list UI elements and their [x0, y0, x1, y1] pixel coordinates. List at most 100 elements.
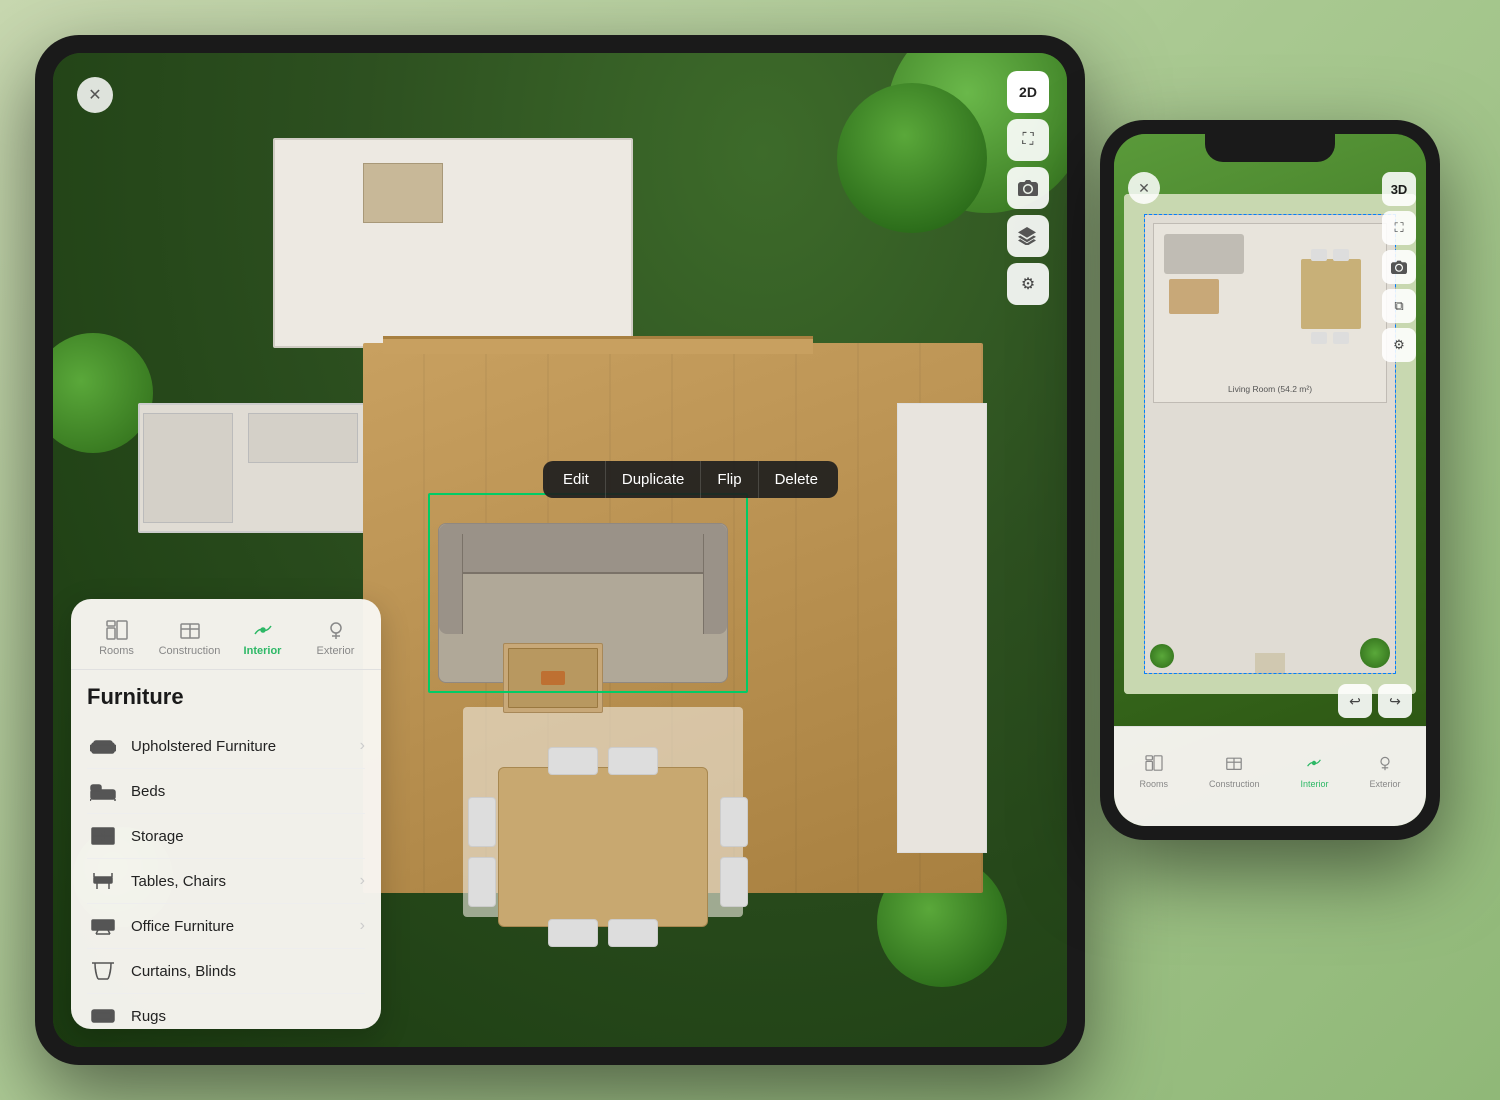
phone-bg: Living Room (54.2 m²) ✕	[1114, 134, 1426, 826]
phone-construction-icon	[1225, 755, 1243, 776]
tree-phone-br	[1360, 638, 1390, 668]
sidebar-tabs: Rooms Construction Interior	[71, 599, 381, 669]
rooms-icon	[103, 619, 131, 641]
dining-area-render	[468, 747, 748, 947]
bed-render	[363, 163, 443, 223]
upholstered-icon	[87, 734, 119, 758]
phone-floorplan: Living Room (54.2 m²)	[1124, 194, 1416, 694]
chair-bottom2	[1333, 332, 1349, 344]
right-wall	[897, 403, 987, 853]
phone-interior-icon	[1305, 755, 1323, 776]
context-menu-delete[interactable]: Delete	[759, 461, 834, 498]
tablet-screen: Edit Duplicate Flip Delete ✕ 2D ⛶	[53, 53, 1067, 1047]
curtains-label: Curtains, Blinds	[131, 963, 365, 980]
phone-rooms-label: Rooms	[1139, 779, 1168, 789]
phone-layers-button[interactable]: ⧉	[1382, 289, 1416, 323]
context-menu: Edit Duplicate Flip Delete	[543, 461, 838, 498]
tables-chairs-icon	[87, 869, 119, 893]
phone-tab-construction[interactable]: Construction	[1209, 755, 1260, 789]
toolbar-camera-button[interactable]	[1007, 167, 1049, 209]
phone-settings-button[interactable]: ⚙	[1382, 328, 1416, 362]
interior-tab-label: Interior	[244, 645, 282, 657]
storage-label: Storage	[131, 828, 365, 845]
context-menu-duplicate[interactable]: Duplicate	[606, 461, 702, 498]
phone-bottom-bar: Rooms Construction Interior	[1114, 726, 1426, 826]
toolbar-fullscreen-button[interactable]: ⛶	[1007, 119, 1049, 161]
tablet-close-button[interactable]: ✕	[77, 77, 113, 113]
toolbar-2d-button[interactable]: 2D	[1007, 71, 1049, 113]
living-room-2d: Living Room (54.2 m²)	[1153, 223, 1387, 403]
phone-device: Living Room (54.2 m²) ✕	[1100, 120, 1440, 840]
phone-redo-button[interactable]: ↪	[1378, 684, 1412, 718]
sofa-selection-box[interactable]	[428, 493, 748, 693]
exterior-icon	[322, 619, 350, 641]
phone-exterior-icon	[1376, 755, 1394, 776]
tree-phone-bl	[1150, 644, 1174, 668]
furniture-item-tables-chairs[interactable]: Tables, Chairs ›	[87, 859, 365, 904]
sofa-2d	[1164, 234, 1244, 274]
phone-fullscreen-button[interactable]: ⛶	[1382, 211, 1416, 245]
office-arrow: ›	[360, 917, 365, 935]
sidebar-tab-rooms[interactable]: Rooms	[81, 613, 152, 663]
balcony-rail	[383, 336, 813, 354]
kitchen-counter-top	[248, 413, 358, 463]
phone-interior-label: Interior	[1300, 779, 1328, 789]
phone-tab-interior[interactable]: Interior	[1300, 755, 1328, 789]
phone-notch	[1205, 134, 1335, 162]
tablet-toolbar: 2D ⛶ ⚙	[1007, 71, 1049, 305]
storage-icon	[87, 824, 119, 848]
construction-icon	[176, 619, 204, 641]
furniture-item-office[interactable]: Office Furniture ›	[87, 904, 365, 949]
furniture-item-storage[interactable]: Storage	[87, 814, 365, 859]
toolbar-settings-button[interactable]: ⚙	[1007, 263, 1049, 305]
phone-close-button[interactable]: ✕	[1128, 172, 1160, 204]
curtains-icon	[87, 959, 119, 983]
sidebar-tab-exterior[interactable]: Exterior	[300, 613, 371, 663]
furniture-item-upholstered[interactable]: Upholstered Furniture ›	[87, 724, 365, 769]
sidebar-panel: Rooms Construction Interior	[71, 599, 381, 1029]
chair-bottom	[1311, 332, 1327, 344]
furniture-item-beds[interactable]: Beds	[87, 769, 365, 814]
chair-top2	[1333, 249, 1349, 261]
interior-icon	[249, 619, 277, 641]
office-label: Office Furniture	[131, 918, 360, 935]
phone-undo-redo: ↩ ↪	[1338, 684, 1412, 718]
phone-tab-exterior[interactable]: Exterior	[1369, 755, 1400, 789]
main-floor-2d: Living Room (54.2 m²)	[1144, 214, 1396, 674]
phone-camera-button[interactable]	[1382, 250, 1416, 284]
sidebar-tab-construction[interactable]: Construction	[154, 613, 225, 663]
tables-chairs-arrow: ›	[360, 872, 365, 890]
path-2d	[1255, 653, 1285, 673]
rugs-label: Rugs	[131, 1008, 365, 1025]
sidebar-content: Furniture Upholstered Furniture › Be	[71, 670, 381, 1029]
phone-toolbar: 3D ⛶ ⧉ ⚙	[1382, 172, 1416, 362]
scene: Edit Duplicate Flip Delete ✕ 2D ⛶	[0, 0, 1500, 1100]
phone-undo-button[interactable]: ↩	[1338, 684, 1372, 718]
phone-tab-rooms[interactable]: Rooms	[1139, 755, 1168, 789]
context-menu-flip[interactable]: Flip	[701, 461, 758, 498]
dining-table-2d	[1301, 259, 1361, 329]
phone-3d-button[interactable]: 3D	[1382, 172, 1416, 206]
chair-top	[1311, 249, 1327, 261]
phone-rooms-icon	[1145, 755, 1163, 776]
upholstered-arrow: ›	[360, 737, 365, 755]
beds-label: Beds	[131, 783, 365, 800]
upholstered-label: Upholstered Furniture	[131, 738, 360, 755]
coffee-table-2d	[1169, 279, 1219, 314]
sidebar-tab-interior[interactable]: Interior	[227, 613, 298, 663]
tablet-device: Edit Duplicate Flip Delete ✕ 2D ⛶	[35, 35, 1085, 1065]
tree-top-right-2	[837, 83, 987, 233]
sidebar-title: Furniture	[87, 684, 365, 710]
office-icon	[87, 914, 119, 938]
exterior-tab-label: Exterior	[317, 645, 355, 657]
toolbar-layers-button[interactable]	[1007, 215, 1049, 257]
phone-screen: Living Room (54.2 m²) ✕	[1114, 134, 1426, 826]
context-menu-edit[interactable]: Edit	[547, 461, 606, 498]
furniture-item-curtains[interactable]: Curtains, Blinds	[87, 949, 365, 994]
living-room-label-phone: Living Room (54.2 m²)	[1154, 384, 1386, 394]
dining-2d	[1291, 244, 1371, 344]
rooms-tab-label: Rooms	[99, 645, 134, 657]
phone-exterior-label: Exterior	[1369, 779, 1400, 789]
furniture-item-rugs[interactable]: Rugs	[87, 994, 365, 1029]
beds-icon	[87, 779, 119, 803]
